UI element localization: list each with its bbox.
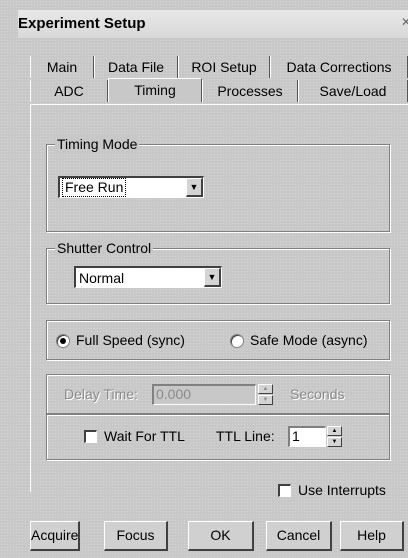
chevron-down-icon[interactable]: ▼ xyxy=(204,268,221,287)
tab-timing[interactable]: Timing xyxy=(108,78,202,102)
tab-data-file[interactable]: Data File xyxy=(94,56,178,78)
tab-save-load[interactable]: Save/Load xyxy=(298,80,408,102)
spin-up-icon[interactable]: ▲ xyxy=(327,426,342,436)
timing-mode-label: Timing Mode xyxy=(55,136,140,152)
ttl-line-spinner[interactable]: ▲ ▼ xyxy=(327,426,342,447)
timing-mode-value: Free Run xyxy=(62,178,127,197)
ttl-line-input[interactable]: 1 xyxy=(288,426,326,447)
safe-mode-label[interactable]: Safe Mode (async) xyxy=(250,332,368,348)
help-button[interactable]: Help xyxy=(340,521,404,551)
tab-adc[interactable]: ADC xyxy=(30,80,108,102)
wait-for-ttl-label[interactable]: Wait For TTL xyxy=(104,428,185,444)
tab-data-corrections[interactable]: Data Corrections xyxy=(270,56,408,78)
delay-time-spinner[interactable]: ▲ ▼ xyxy=(258,384,273,405)
delay-units-label: Seconds xyxy=(290,386,345,402)
use-interrupts-checkbox[interactable] xyxy=(278,484,291,497)
spin-down-icon[interactable]: ▼ xyxy=(258,395,273,405)
ok-button[interactable]: OK xyxy=(188,521,254,551)
timing-mode-select[interactable]: Free Run ▼ xyxy=(58,176,204,198)
wait-for-ttl-checkbox[interactable] xyxy=(84,430,97,443)
ttl-line-label: TTL Line: xyxy=(216,428,275,444)
cancel-button[interactable]: Cancel xyxy=(266,521,332,551)
shutter-control-value: Normal xyxy=(79,270,125,286)
chevron-down-icon[interactable]: ▼ xyxy=(186,178,203,197)
close-icon[interactable]: ✕ xyxy=(398,14,408,30)
spin-down-icon[interactable]: ▼ xyxy=(327,437,342,447)
shutter-control-select[interactable]: Normal ▼ xyxy=(74,266,222,288)
acquire-button[interactable]: Acquire xyxy=(30,521,80,551)
safe-mode-radio[interactable] xyxy=(230,334,244,348)
use-interrupts-label[interactable]: Use Interrupts xyxy=(298,482,386,498)
full-speed-radio[interactable] xyxy=(56,334,70,348)
spin-up-icon[interactable]: ▲ xyxy=(258,384,273,394)
delay-time-label: Delay Time: xyxy=(64,386,138,402)
title-bar[interactable]: Experiment Setup ✕ xyxy=(18,10,408,38)
shutter-control-label: Shutter Control xyxy=(55,240,154,256)
focus-button[interactable]: Focus xyxy=(104,521,168,551)
tab-main[interactable]: Main xyxy=(30,56,94,78)
tab-roi-setup[interactable]: ROI Setup xyxy=(178,56,270,78)
experiment-setup-dialog: Experiment Setup ✕ Main Data File ROI Se… xyxy=(0,0,408,558)
delay-time-input[interactable]: 0.000 xyxy=(152,384,256,405)
full-speed-label[interactable]: Full Speed (sync) xyxy=(76,332,185,348)
tab-processes[interactable]: Processes xyxy=(202,80,298,102)
window-title: Experiment Setup xyxy=(18,15,146,32)
